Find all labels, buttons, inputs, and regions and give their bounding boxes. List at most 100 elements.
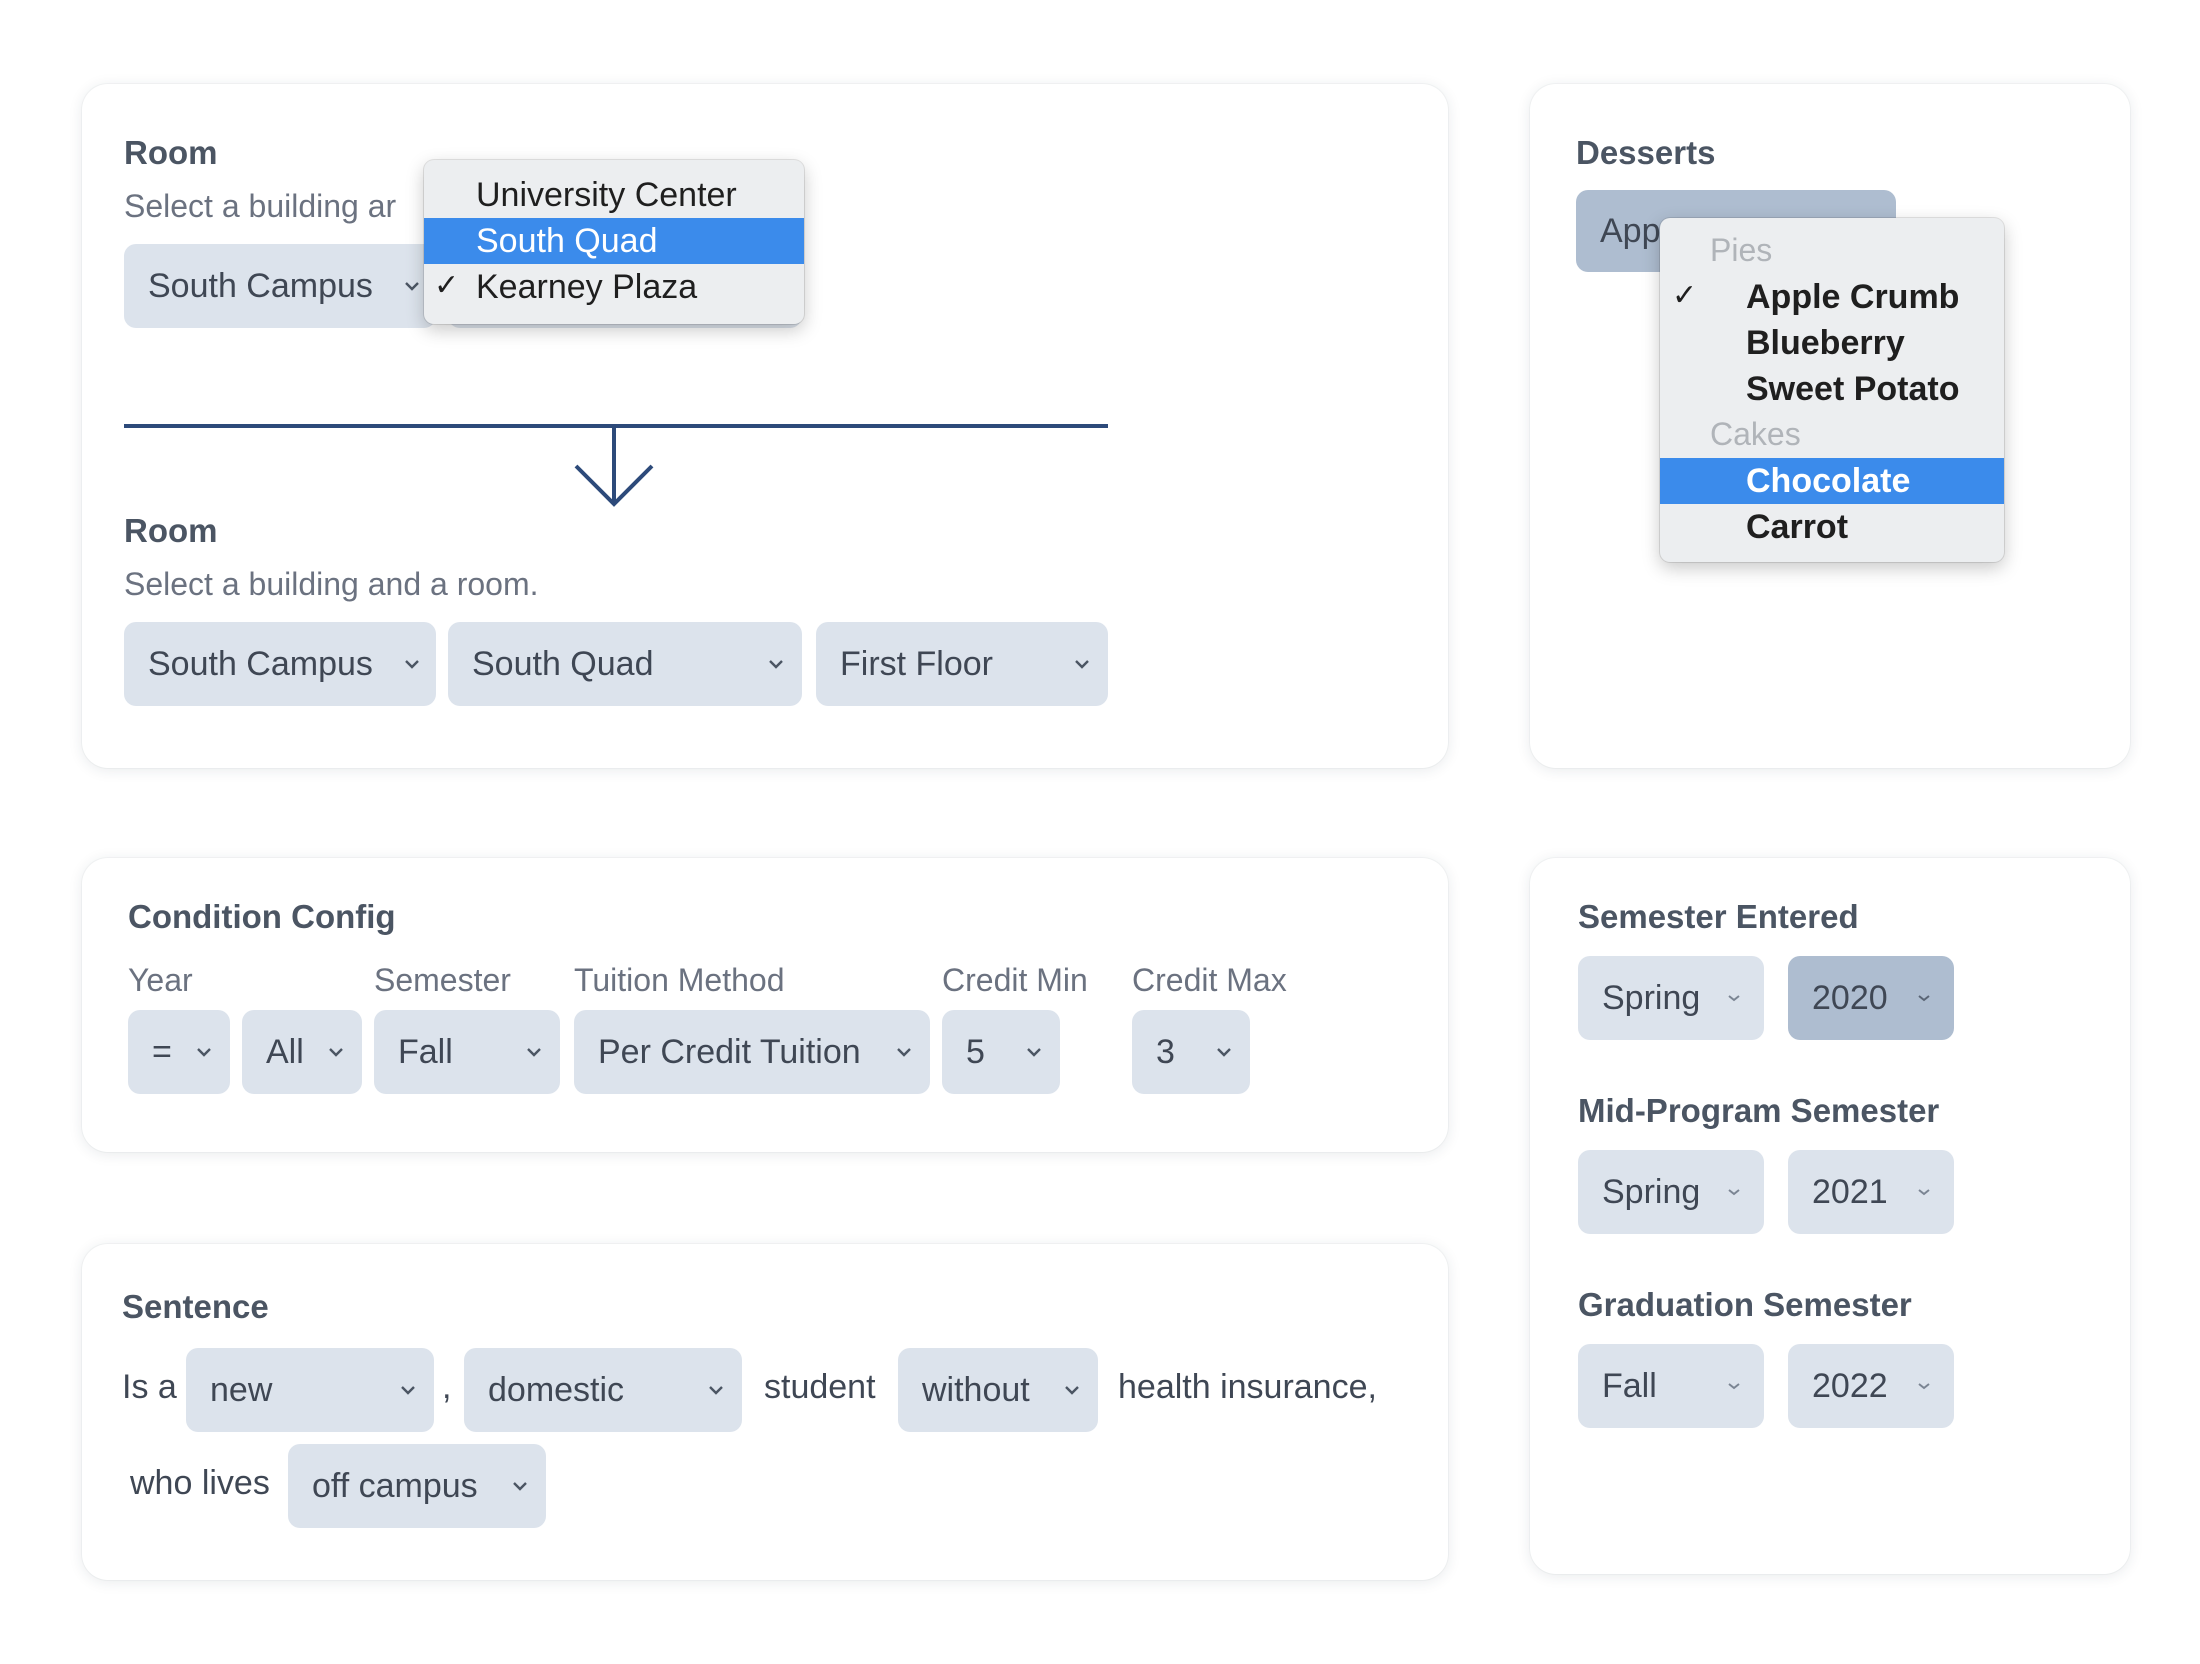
chevron-down-icon — [328, 1047, 344, 1057]
semester-card: Semester Entered Spring 2020 Mid-Program… — [1530, 858, 2130, 1574]
sentence-title: Sentence — [122, 1288, 269, 1325]
semester-value: Fall — [398, 1032, 453, 1071]
credit-max-select[interactable]: 3 — [1132, 1010, 1250, 1094]
term-value: Spring — [1602, 1172, 1701, 1211]
graduation-year-select[interactable]: 2022 — [1788, 1344, 1954, 1428]
condition-config-card: Condition Config Year Semester Tuition M… — [82, 858, 1448, 1152]
mid-program-term-select[interactable]: Spring — [1578, 1150, 1764, 1234]
menu-item-label: Carrot — [1746, 508, 1849, 546]
campus-select[interactable]: South Campus — [124, 244, 436, 328]
desserts-card: Desserts App Pies ✓ Apple Crumb Blueberr… — [1530, 84, 2130, 768]
floor-select-value: First Floor — [840, 644, 993, 683]
semester-entered-term-select[interactable]: Spring — [1578, 956, 1764, 1040]
chevron-down-icon — [1916, 1381, 1932, 1391]
semester-entered-year-select[interactable]: 2020 — [1788, 956, 1954, 1040]
dessert-select-value: App — [1600, 211, 1661, 250]
chevron-down-icon — [512, 1481, 528, 1491]
campus-select-value: South Campus — [148, 644, 373, 683]
menu-item-carrot[interactable]: Carrot — [1660, 504, 2004, 550]
credit-min-value: 5 — [966, 1032, 985, 1071]
sentence-text-comma: , — [442, 1368, 452, 1406]
checkmark-icon: ✓ — [1672, 279, 1698, 312]
floor-select[interactable]: First Floor — [816, 622, 1108, 706]
menu-item-apple-crumb[interactable]: ✓ Apple Crumb — [1660, 274, 2004, 320]
chevron-down-icon — [404, 659, 420, 669]
menu-item-sweet-potato[interactable]: Sweet Potato — [1660, 366, 2004, 412]
residence-value: off campus — [312, 1466, 478, 1505]
credit-min-select[interactable]: 5 — [942, 1010, 1060, 1094]
tuition-method-select[interactable]: Per Credit Tuition — [574, 1010, 930, 1094]
menu-item-label: Sweet Potato — [1746, 370, 1960, 408]
room-card: Room Select a building ar South Campus U… — [82, 84, 1448, 768]
year-operator-select[interactable]: = — [128, 1010, 230, 1094]
graduation-term-select[interactable]: Fall — [1578, 1344, 1764, 1428]
term-value: Spring — [1602, 978, 1701, 1017]
menu-item-south-quad[interactable]: South Quad — [424, 218, 804, 264]
chevron-down-icon — [1216, 1047, 1232, 1057]
desserts-title: Desserts — [1576, 134, 1716, 171]
mid-program-year-select[interactable]: 2021 — [1788, 1150, 1954, 1234]
building-dropdown-menu: University Center South Quad ✓ Kearney P… — [424, 160, 804, 324]
chevron-down-icon — [1074, 659, 1090, 669]
year-value: All — [266, 1032, 304, 1071]
menu-item-university-center[interactable]: University Center — [424, 172, 804, 218]
arrow-down-icon — [124, 424, 1108, 507]
building-select[interactable]: South Quad — [448, 622, 802, 706]
tuition-method-value: Per Credit Tuition — [598, 1032, 861, 1071]
chevron-down-icon — [1916, 1187, 1932, 1197]
semester-label: Semester — [374, 962, 511, 998]
menu-group-label: Cakes — [1710, 416, 1801, 452]
insurance-value: without — [922, 1370, 1030, 1409]
checkmark-icon: ✓ — [434, 269, 460, 302]
student-origin-value: domestic — [488, 1370, 625, 1409]
chevron-down-icon — [708, 1385, 724, 1395]
semester-select[interactable]: Fall — [374, 1010, 560, 1094]
student-origin-select[interactable]: domestic — [464, 1348, 742, 1432]
chevron-down-icon — [768, 659, 784, 669]
residence-select[interactable]: off campus — [288, 1444, 546, 1528]
year-operator-value: = — [152, 1032, 172, 1071]
chevron-down-icon — [1726, 1187, 1742, 1197]
credit-max-label: Credit Max — [1132, 962, 1287, 998]
insurance-select[interactable]: without — [898, 1348, 1098, 1432]
semester-entered-title: Semester Entered — [1578, 898, 1859, 935]
menu-item-label: University Center — [476, 176, 737, 214]
campus-select[interactable]: South Campus — [124, 622, 436, 706]
sentence-text-health-insurance: health insurance, — [1118, 1368, 1377, 1406]
room-result-hint: Select a building and a room. — [124, 566, 539, 602]
year-select[interactable]: All — [242, 1010, 362, 1094]
sentence-text-who-lives: who lives — [130, 1464, 270, 1502]
room-hint: Select a building ar — [124, 188, 397, 224]
chevron-down-icon — [404, 281, 420, 291]
menu-group-label: Pies — [1710, 232, 1773, 268]
student-type-select[interactable]: new — [186, 1348, 434, 1432]
menu-item-blueberry[interactable]: Blueberry — [1660, 320, 2004, 366]
menu-item-chocolate[interactable]: Chocolate — [1660, 458, 2004, 504]
menu-item-label: Blueberry — [1746, 324, 1905, 362]
menu-item-kearney-plaza[interactable]: ✓ Kearney Plaza — [424, 264, 804, 310]
room-title: Room — [124, 134, 218, 171]
credit-max-value: 3 — [1156, 1032, 1175, 1071]
room-result-title: Room — [124, 512, 218, 549]
year-value: 2020 — [1812, 978, 1888, 1017]
mid-program-semester-title: Mid-Program Semester — [1578, 1092, 1940, 1129]
credit-min-label: Credit Min — [942, 962, 1088, 998]
tuition-method-label: Tuition Method — [574, 962, 785, 998]
term-value: Fall — [1602, 1366, 1657, 1405]
menu-item-label: Apple Crumb — [1746, 278, 1960, 316]
chevron-down-icon — [1026, 1047, 1042, 1057]
campus-select-value: South Campus — [148, 266, 373, 305]
dessert-dropdown-menu: Pies ✓ Apple Crumb Blueberry Sweet Potat… — [1660, 218, 2004, 562]
chevron-down-icon — [1726, 993, 1742, 1003]
menu-item-label: Kearney Plaza — [476, 268, 698, 306]
menu-item-label: South Quad — [476, 222, 658, 260]
year-value: 2021 — [1812, 1172, 1888, 1211]
chevron-down-icon — [1064, 1385, 1080, 1395]
chevron-down-icon — [1726, 1381, 1742, 1391]
chevron-down-icon — [400, 1385, 416, 1395]
sentence-text-student: student — [764, 1368, 876, 1406]
chevron-down-icon — [1916, 993, 1932, 1003]
year-value: 2022 — [1812, 1366, 1888, 1405]
chevron-down-icon — [896, 1047, 912, 1057]
sentence-card: Sentence Is a new , domestic student wit… — [82, 1244, 1448, 1580]
